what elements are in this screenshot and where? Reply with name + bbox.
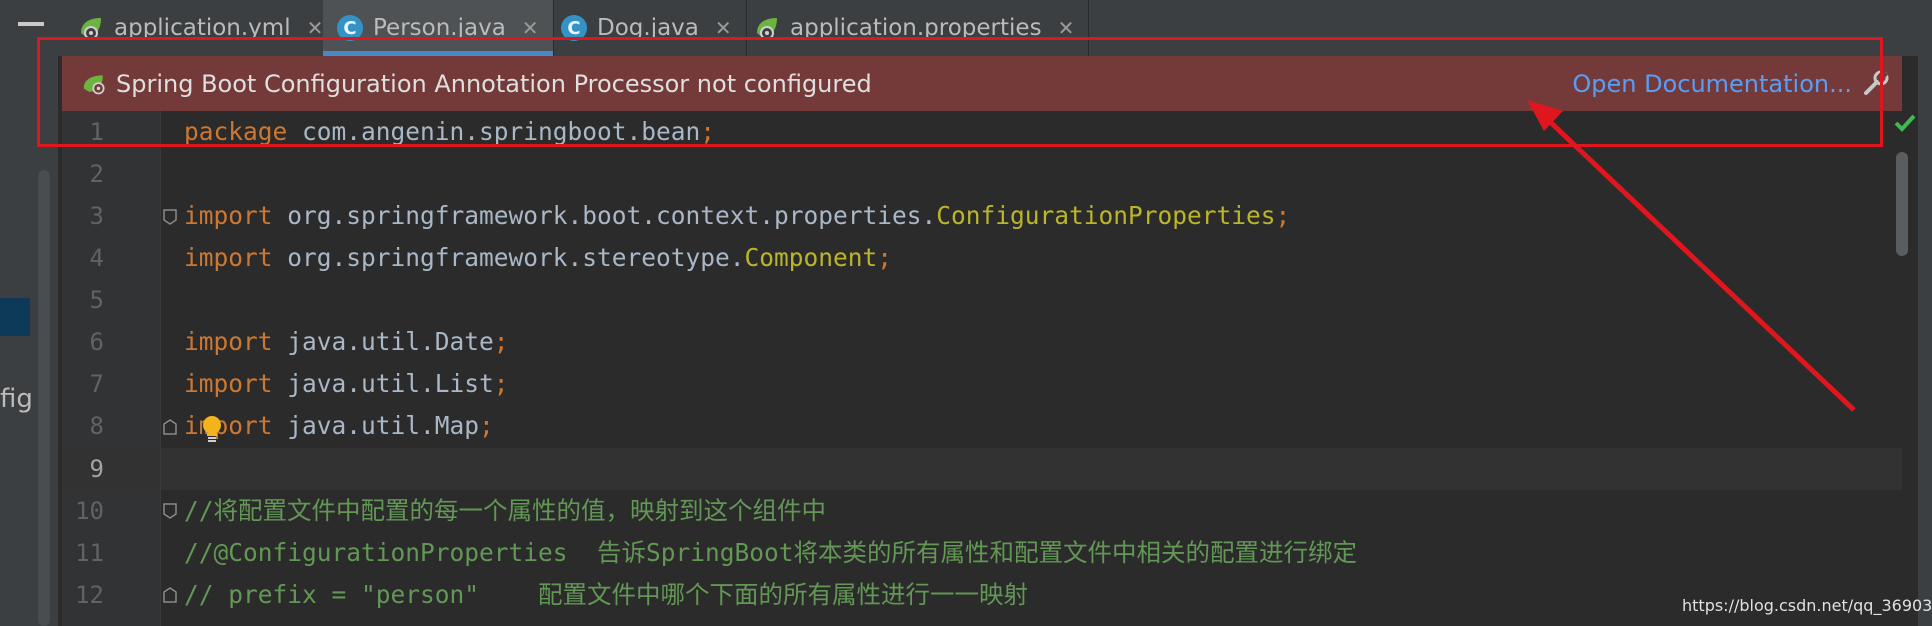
watermark-text: https://blog.csdn.net/qq_36903261 [1682,596,1932,615]
annotation-arrow [1527,100,1856,412]
